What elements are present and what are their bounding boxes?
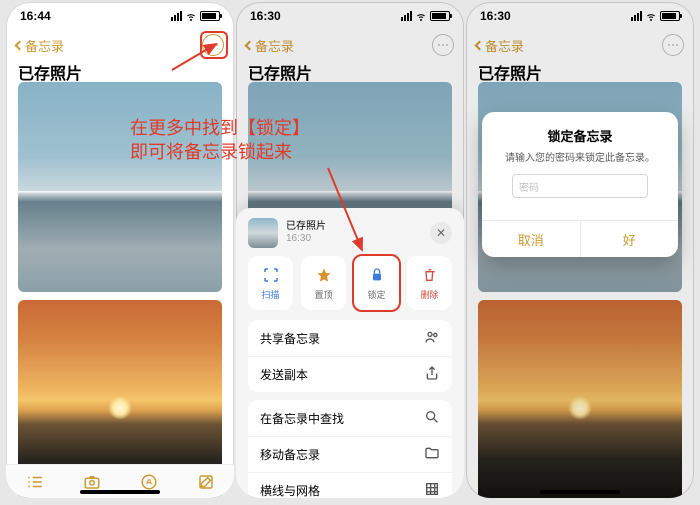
status-time: 16:44 bbox=[20, 9, 51, 23]
lock-alert: 锁定备忘录 请输入您的密码来锁定此备忘录。 密码 取消 好 bbox=[482, 112, 678, 257]
battery-icon bbox=[200, 11, 220, 21]
people-icon bbox=[424, 329, 440, 348]
checklist-icon[interactable] bbox=[26, 473, 44, 491]
preview-thumb bbox=[248, 218, 278, 248]
alert-ok[interactable]: 好 bbox=[580, 221, 679, 257]
markup-icon[interactable] bbox=[140, 473, 158, 491]
grid-icon bbox=[424, 481, 440, 498]
sheet-subtitle: 16:30 bbox=[286, 233, 326, 245]
password-input[interactable]: 密码 bbox=[512, 174, 648, 198]
sheet-title: 已存照片 bbox=[286, 221, 326, 233]
nav-bar: 备忘录 bbox=[6, 30, 234, 60]
action-scan[interactable]: 扫描 bbox=[248, 256, 293, 310]
phone-screenshot-1: 16:44 备忘录 已存照片 bbox=[6, 2, 234, 498]
menu-share[interactable]: 共享备忘录 bbox=[248, 320, 452, 356]
menu-lines[interactable]: 横线与网格 bbox=[248, 472, 452, 498]
note-content bbox=[6, 82, 234, 464]
wifi-icon bbox=[185, 10, 197, 22]
folder-icon bbox=[424, 445, 440, 464]
signal-icon bbox=[171, 11, 182, 21]
alert-cancel[interactable]: 取消 bbox=[482, 221, 580, 257]
status-bar: 16:44 bbox=[6, 2, 234, 30]
chevron-left-icon bbox=[15, 40, 25, 50]
alert-message: 请输入您的密码来锁定此备忘录。 bbox=[498, 149, 662, 164]
action-lock[interactable]: 锁定 bbox=[354, 256, 399, 310]
phone-screenshot-2: 16:30 备忘录 已存照片 已存照片16:30 ✕ 扫描 置顶 锁定 删除 共… bbox=[236, 2, 464, 498]
home-indicator bbox=[80, 490, 160, 494]
compose-icon[interactable] bbox=[197, 473, 215, 491]
photo-beach bbox=[18, 82, 222, 292]
phone-screenshot-3: 16:30 备忘录 已存照片 锁定备忘录 请输入您的密码来锁定此备忘录。 密码 … bbox=[466, 2, 694, 498]
back-label: 备忘录 bbox=[25, 36, 64, 55]
password-placeholder: 密码 bbox=[519, 179, 539, 194]
camera-icon[interactable] bbox=[83, 473, 101, 491]
share-icon bbox=[424, 365, 440, 384]
more-button[interactable] bbox=[202, 34, 224, 56]
menu-find[interactable]: 在备忘录中查找 bbox=[248, 400, 452, 436]
back-button[interactable]: 备忘录 bbox=[16, 36, 64, 55]
menu-move[interactable]: 移动备忘录 bbox=[248, 436, 452, 472]
close-button[interactable]: ✕ bbox=[430, 222, 452, 244]
action-pin[interactable]: 置顶 bbox=[301, 256, 346, 310]
search-icon bbox=[424, 409, 440, 428]
status-right bbox=[171, 10, 220, 22]
action-sheet: 已存照片16:30 ✕ 扫描 置顶 锁定 删除 共享备忘录 发送副本 在备忘录中… bbox=[236, 208, 464, 498]
menu-send[interactable]: 发送副本 bbox=[248, 356, 452, 392]
alert-title: 锁定备忘录 bbox=[498, 126, 662, 145]
action-delete[interactable]: 删除 bbox=[407, 256, 452, 310]
